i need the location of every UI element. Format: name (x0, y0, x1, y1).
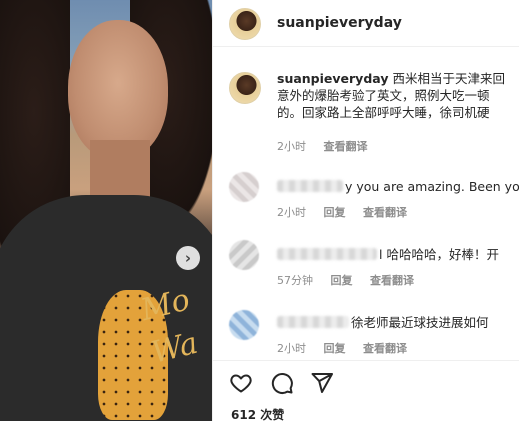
translate-link[interactable]: 查看翻译 (370, 274, 414, 287)
commenter-name-blurred[interactable] (277, 248, 377, 260)
author-avatar[interactable] (229, 8, 261, 40)
caption-avatar[interactable] (229, 72, 261, 104)
comment-2-meta: 57分钟 回复 查看翻译 (277, 272, 428, 288)
caption-line-3: 的。回家路上全部呼呼大睡，徐司机硬 (277, 105, 490, 120)
commenter-name-blurred[interactable] (277, 316, 349, 328)
caption-line-1: 西米相当于天津来回 (392, 71, 505, 86)
author-username[interactable]: suanpieveryday (277, 15, 402, 31)
caption-meta: 2小时 查看翻译 (277, 138, 382, 154)
commenter-name-blurred[interactable] (277, 180, 343, 192)
comment-text: l 哈哈哈哈，好棒！开 (379, 247, 499, 262)
caption-line-2: 意外的爆胎考验了英文，照例大吃一顿 (277, 88, 490, 103)
comment-3-meta: 2小时 回复 查看翻译 (277, 340, 421, 356)
translate-link[interactable]: 查看翻译 (363, 342, 407, 355)
comment-2: l 哈哈哈哈，好棒！开 (277, 246, 519, 263)
comment-avatar[interactable] (229, 172, 259, 202)
reply-button[interactable]: 回复 (324, 342, 346, 355)
chevron-right-icon: › (184, 249, 192, 267)
post-photo[interactable]: Mo Wa › (0, 0, 212, 421)
caption-translate-link[interactable]: 查看翻译 (324, 140, 368, 153)
action-bar (213, 360, 519, 401)
reply-button[interactable]: 回复 (331, 274, 353, 287)
comment-text: 徐老师最近球技进展如何 (351, 315, 489, 330)
reply-button[interactable]: 回复 (324, 206, 346, 219)
next-photo-button[interactable]: › (176, 246, 200, 270)
send-icon[interactable] (310, 371, 334, 395)
comment-3: 徐老师最近球技进展如何 (277, 314, 519, 331)
post-header: suanpieveryday (213, 0, 519, 47)
comment-time: 2小时 (277, 206, 306, 219)
comment-1: y you are amazing. Been yo (277, 178, 519, 195)
comment-text: y you are amazing. Been yo (345, 179, 519, 194)
post-panel: suanpieveryday suanpieveryday 西米相当于天津来回 意… (212, 0, 519, 421)
comment-time: 2小时 (277, 342, 306, 355)
comment-time: 57分钟 (277, 274, 313, 287)
caption-username[interactable]: suanpieveryday (277, 71, 388, 86)
comment-avatar[interactable] (229, 240, 259, 270)
heart-icon[interactable] (229, 371, 253, 395)
comment-icon[interactable] (270, 371, 294, 395)
post-caption: suanpieveryday 西米相当于天津来回 意外的爆胎考验了英文，照例大吃一… (277, 70, 519, 121)
translate-link[interactable]: 查看翻译 (363, 206, 407, 219)
photo-face (68, 20, 168, 160)
caption-time: 2小时 (277, 140, 306, 153)
likes-count[interactable]: 612 次赞 (231, 406, 284, 421)
comment-avatar[interactable] (229, 310, 259, 340)
comment-1-meta: 2小时 回复 查看翻译 (277, 204, 421, 220)
